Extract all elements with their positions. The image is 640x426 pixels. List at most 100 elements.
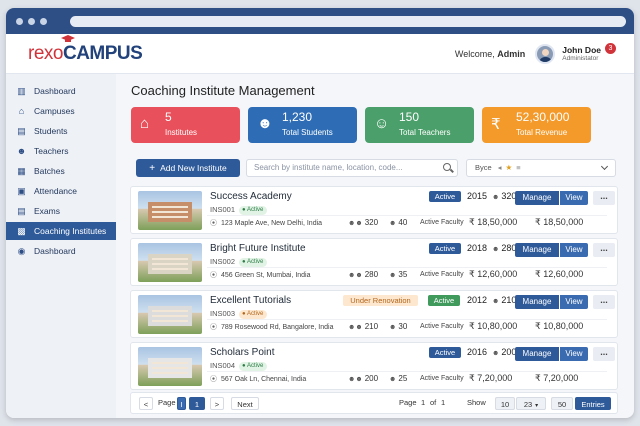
institute-row[interactable]: Bright Future Institute INS002 ● Active ⦿… bbox=[130, 238, 618, 286]
person-icon: ☻ bbox=[389, 272, 397, 279]
main-content: Coaching Institute Management ⌂ 5 Instit… bbox=[124, 74, 624, 418]
institute-name[interactable]: Excellent Tutorials bbox=[210, 295, 291, 306]
institute-name[interactable]: Bright Future Institute bbox=[210, 243, 306, 254]
sidebar-item-dashboard[interactable]: ▥ Dashboard bbox=[6, 82, 116, 100]
dashboard-icon: ◉ bbox=[17, 245, 26, 256]
institute-name[interactable]: Scholars Point bbox=[210, 347, 274, 358]
page-total: 1 bbox=[441, 398, 446, 407]
next-button[interactable]: Next bbox=[231, 397, 259, 410]
add-institute-button[interactable]: + Add New Institute bbox=[136, 159, 240, 177]
star-icon: ★ bbox=[505, 163, 513, 172]
people-icon: ☻ bbox=[492, 350, 500, 357]
page-size-option[interactable]: 50 bbox=[551, 397, 573, 410]
page-input[interactable]: I bbox=[177, 397, 186, 410]
person-icon: ☻ bbox=[389, 220, 397, 227]
sidebar-item-campuses[interactable]: ⌂ Campuses bbox=[6, 102, 116, 120]
view-button[interactable]: View bbox=[560, 295, 588, 309]
view-button[interactable]: View bbox=[560, 243, 588, 257]
page-current[interactable]: 1 bbox=[189, 397, 205, 410]
stat-card-students[interactable]: ☻ 1,230 Total Students bbox=[248, 107, 357, 143]
institute-row[interactable]: Excellent Tutorials INS003 ● Active ⦿ 789 … bbox=[130, 290, 618, 338]
page-size-select[interactable]: 23 ▾ bbox=[516, 397, 546, 410]
stat-card-teachers[interactable]: ☺ 150 Total Teachers bbox=[365, 107, 474, 143]
page-of-label: Page bbox=[399, 398, 417, 407]
location-pin-icon: ⦿ bbox=[210, 272, 217, 279]
manage-button[interactable]: Manage bbox=[515, 243, 559, 257]
search-input[interactable]: Search by institute name, location, code… bbox=[246, 159, 458, 177]
sidebar-item-dashboard-2[interactable]: ◉ Dashboard bbox=[6, 242, 116, 260]
chevron-down-icon bbox=[600, 162, 609, 171]
students-icon: ▤ bbox=[17, 125, 26, 136]
sidebar-item-label: Students bbox=[34, 126, 68, 136]
student-count: ☻ 210 bbox=[492, 295, 517, 305]
people-icon: ☻☻ bbox=[348, 376, 363, 383]
page-size-option[interactable]: 10 bbox=[495, 397, 515, 410]
status-badge: Active bbox=[429, 347, 461, 358]
institute-photo bbox=[138, 295, 202, 334]
sidebar-item-label: Dashboard bbox=[34, 246, 76, 256]
sidebar-item-label: Teachers bbox=[34, 146, 69, 156]
people-icon: ☻☻ bbox=[348, 324, 363, 331]
filter-label: Byce bbox=[475, 163, 492, 172]
institute-row[interactable]: Success Academy INS001 ● Active ⦿ 123 Mapl… bbox=[130, 186, 618, 234]
stat-card-institutes[interactable]: ⌂ 5 Institutes bbox=[131, 107, 240, 143]
sidebar-item-teachers[interactable]: ☻ Teachers bbox=[6, 142, 116, 160]
next-page-arrow[interactable]: > bbox=[210, 397, 224, 410]
logo-text-campus: CAMPUS bbox=[60, 35, 143, 63]
manage-button[interactable]: Manage bbox=[515, 347, 559, 361]
notification-badge[interactable]: 3 bbox=[605, 43, 616, 54]
of-label: of bbox=[430, 398, 437, 407]
chevron-down-icon: ▾ bbox=[535, 403, 539, 409]
institute-address: ⦿ 123 Maple Ave, New Delhi, India bbox=[210, 220, 323, 227]
window-dot[interactable] bbox=[28, 17, 35, 25]
stat-label: Institutes bbox=[165, 128, 198, 137]
manage-button[interactable]: Manage bbox=[515, 295, 559, 309]
prev-page-button[interactable]: < bbox=[139, 397, 153, 410]
institute-photo bbox=[138, 191, 202, 230]
established-year: 2012 bbox=[467, 295, 488, 305]
app-logo[interactable]: rexo CAMPUS bbox=[28, 35, 143, 64]
filter-select[interactable]: Byce ◂ ★ ≡ bbox=[466, 159, 616, 177]
sidebar-item-batches[interactable]: ▦ Batches bbox=[6, 162, 116, 180]
page-number: 1 bbox=[421, 398, 426, 407]
building-icon: ⌂ bbox=[140, 115, 150, 132]
institute-metrics: ☻☻ 280 ☻ 35 Active Faculty ₹ 12,60,000 ₹ 1… bbox=[348, 269, 584, 279]
view-button[interactable]: View bbox=[560, 347, 588, 361]
search-icon[interactable] bbox=[443, 163, 451, 171]
avatar[interactable] bbox=[535, 43, 556, 64]
student-count: ☻ 320 bbox=[492, 191, 517, 201]
sidebar-item-label: Exams bbox=[34, 206, 60, 216]
more-options-button[interactable]: ... bbox=[593, 191, 615, 205]
more-options-button[interactable]: ... bbox=[593, 347, 615, 361]
sidebar-item-exams[interactable]: ▤ Exams bbox=[6, 202, 116, 220]
logo-text-rexo: rexo bbox=[28, 43, 63, 64]
status-badge: ● Active bbox=[239, 309, 268, 319]
institute-name[interactable]: Success Academy bbox=[210, 191, 292, 202]
sidebar-item-coaching-institutes[interactable]: ▩ Coaching Institutes bbox=[6, 222, 116, 240]
more-options-button[interactable]: ... bbox=[593, 243, 615, 257]
entries-button[interactable]: Entries bbox=[575, 397, 611, 410]
chart-icon: ▥ bbox=[17, 85, 26, 96]
stat-value: 1,230 bbox=[282, 110, 313, 124]
established-year: 2018 bbox=[467, 243, 488, 253]
window-dot[interactable] bbox=[16, 17, 23, 25]
sidebar-item-attendance[interactable]: ▣ Attendance bbox=[6, 182, 116, 200]
window-dot[interactable] bbox=[40, 17, 47, 25]
more-options-button[interactable]: ... bbox=[593, 295, 615, 309]
exams-icon: ▤ bbox=[17, 205, 26, 216]
address-bar[interactable] bbox=[70, 15, 626, 27]
location-pin-icon: ⦿ bbox=[210, 324, 217, 331]
institute-metrics: ☻☻ 200 ☻ 25 Active Faculty ₹ 7,20,000 ₹ 7,… bbox=[348, 373, 579, 383]
add-institute-label: Add New Institute bbox=[160, 163, 227, 173]
user-info[interactable]: John Doe Administator bbox=[562, 45, 601, 63]
teacher-icon: ☺ bbox=[374, 115, 390, 132]
sidebar-item-label: Batches bbox=[34, 166, 65, 176]
plus-icon: + bbox=[149, 162, 156, 174]
stat-value: 150 bbox=[399, 110, 420, 124]
stat-card-revenue[interactable]: ₹ 52,30,000 Total Revenue bbox=[482, 107, 591, 143]
manage-button[interactable]: Manage bbox=[515, 191, 559, 205]
institute-row[interactable]: Scholars Point INS004 ● Active ⦿ 567 Oak L… bbox=[130, 342, 618, 390]
view-button[interactable]: View bbox=[560, 191, 588, 205]
sidebar-item-students[interactable]: ▤ Students bbox=[6, 122, 116, 140]
institute-code: INS001 ● Active bbox=[210, 205, 268, 215]
